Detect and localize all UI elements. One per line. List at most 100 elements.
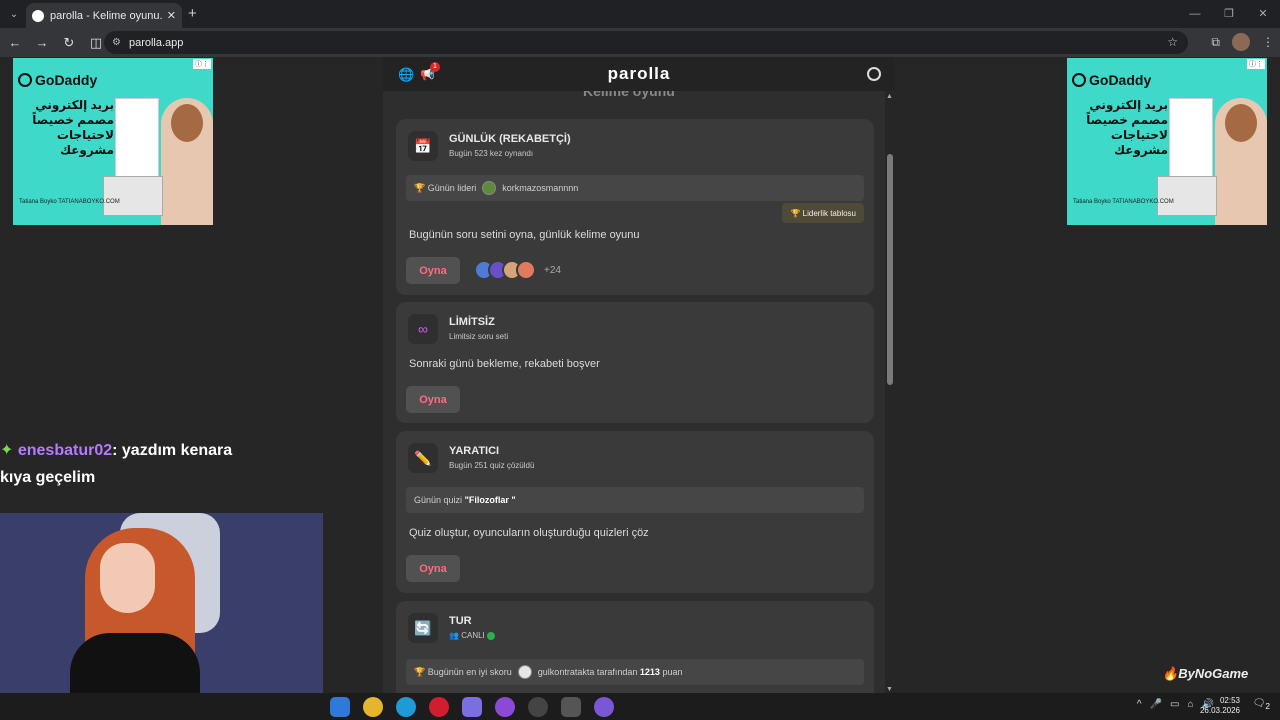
ad-banner-left[interactable]: GoDaddy بريد إلكتروني مصمم خصيصاً لاحتيا… [13, 58, 213, 225]
favicon-icon [32, 9, 44, 22]
ad-info-icon[interactable]: ⓘ⋮ [193, 59, 211, 69]
chat-username: enesbatur02 [17, 442, 113, 459]
taskbar-apps [330, 697, 614, 717]
card-subtitle: Bugün 523 kez oynandı [449, 149, 534, 158]
best-score-bar: 🏆 Bugünün en iyi skoru gulkontratakta ta… [406, 659, 864, 685]
tab-title: parolla - Kelime oyunu. Günlü [50, 9, 163, 22]
pencil-icon: ✏️ [408, 443, 438, 473]
refresh-icon: 🔄 [408, 613, 438, 643]
best-score: 1213 [639, 667, 660, 677]
card-unlimited: ∞ LİMİTSİZ Limitsiz soru seti Sonraki gü… [396, 302, 874, 423]
clock-date: 26.03.2026 [1199, 706, 1240, 715]
play-unlimited-button[interactable]: Oyna [406, 386, 460, 413]
card-daily: 📅 GÜNLÜK (REKABETÇİ) Bugün 523 kez oynan… [396, 119, 874, 295]
ad-text: بريد إلكتروني مصمم خصيصاً لاحتياجات مشرو… [32, 98, 114, 157]
globe-icon[interactable]: 🌐 [398, 67, 414, 83]
chrome-icon[interactable] [363, 697, 383, 717]
mail-icon[interactable] [330, 697, 350, 717]
close-window-icon[interactable]: ✕ [1246, 0, 1280, 28]
clock[interactable]: 02:53 26.03.2026 [1200, 696, 1240, 716]
flame-icon: 🔥 [1162, 666, 1179, 681]
site-info-icon[interactable]: ⚙ [112, 37, 121, 48]
clock-time: 02:53 [1219, 696, 1240, 705]
best-unit: puan [662, 667, 683, 677]
trophy-icon: 🏆 [414, 666, 426, 677]
extensions-icon[interactable]: ⧉ [1211, 35, 1220, 50]
chat-message-continued: kıya geçelim [0, 469, 96, 486]
forward-icon[interactable]: → [30, 35, 54, 50]
ad-person-image [1215, 98, 1267, 225]
play-creator-button[interactable]: Oyna [406, 555, 460, 582]
sparkle-icon: ✦ [0, 442, 14, 459]
more-players-count: +24 [544, 264, 561, 276]
scroll-up-icon[interactable]: ▲ [886, 93, 893, 100]
card-title: TUR [449, 615, 472, 627]
opera-icon[interactable] [429, 697, 449, 717]
minimize-icon[interactable]: — [1178, 0, 1212, 28]
restore-icon[interactable]: ❐ [1212, 0, 1246, 28]
recorder-icon[interactable] [528, 697, 548, 717]
user-icon[interactable] [867, 67, 881, 81]
ad-credit: Tatiana Boyko TATIANABOYKO.COM [19, 199, 120, 205]
godaddy-logo: GoDaddy [18, 72, 97, 88]
new-tab-icon[interactable]: + [188, 5, 197, 22]
menu-icon[interactable]: ⋮ [1262, 35, 1274, 49]
profile-avatar[interactable] [1232, 33, 1250, 51]
network-icon[interactable]: ⌂ [1188, 699, 1194, 710]
player-avatar [516, 260, 536, 280]
scrollbar-thumb[interactable] [887, 154, 893, 385]
scroll-down-icon[interactable]: ▼ [886, 686, 893, 693]
back-icon[interactable]: ← [3, 35, 27, 50]
card-description: Sonraki günü bekleme, rekabeti boşver [409, 358, 600, 370]
close-tab-icon[interactable]: ✕ [167, 9, 176, 22]
reload-icon[interactable]: ↻ [57, 35, 81, 51]
infinity-icon: ∞ [408, 314, 438, 344]
bookmark-star-icon[interactable]: ☆ [1167, 35, 1178, 49]
toolbar-right: ⧉ ⋮ [1211, 33, 1274, 51]
streamer-face [100, 543, 155, 613]
url-text: parolla.app [128, 36, 184, 49]
card-tour: 🔄 TUR 👥 CANLI 🏆 Bugünün en iyi skoru gul… [396, 601, 874, 693]
quiz-of-day-bar[interactable]: Günün quizi "Filozoflar " [406, 487, 864, 513]
card-subtitle: Limitsiz soru seti [449, 332, 509, 341]
copilot-icon[interactable] [462, 697, 482, 717]
tab-parolla[interactable]: parolla - Kelime oyunu. Günlü ✕ [26, 3, 182, 28]
app-header: 🌐 📢 1 parolla [383, 57, 895, 91]
ad-credit: Tatiana Boyko TATIANABOYKO.COM [1073, 199, 1174, 205]
card-creator: ✏️ YARATICI Bugün 251 quiz çözüldü Günün… [396, 431, 874, 593]
leaderboard-button[interactable]: 🏆 Liderlik tablosu [782, 203, 864, 223]
parolla-app: 🌐 📢 1 parolla Kelime oyunu 📅 GÜNLÜK (REK… [383, 57, 895, 693]
tray-chevron-icon[interactable]: ^ [1137, 699, 1142, 710]
notification-badge: 1 [430, 62, 440, 72]
tab-search-icon[interactable]: ⌄ [0, 0, 28, 28]
obs-icon[interactable] [495, 697, 515, 717]
scrollbar[interactable]: ▲ ▼ [885, 91, 895, 693]
brand-logo[interactable]: parolla [608, 64, 671, 84]
address-bar[interactable]: ⚙ parolla.app ☆ [104, 31, 1188, 54]
stream-chat-overlay: ✦ enesbatur02: yazdım kenara kıya geçeli… [0, 437, 232, 491]
card-subtitle: Bugün 251 quiz çözüldü [449, 461, 535, 470]
quiz-name: "Filozoflar " [464, 495, 516, 505]
display-icon[interactable]: ▭ [1170, 699, 1179, 710]
ad-laptop-image [103, 176, 163, 216]
card-title: GÜNLÜK (REKABETÇİ) [449, 133, 571, 145]
play-daily-button[interactable]: Oyna [406, 257, 460, 284]
edge-icon[interactable] [396, 697, 416, 717]
godaddy-logo: GoDaddy [1072, 72, 1151, 88]
ad-website-mockup [115, 98, 159, 178]
best-user: gulkontratakta tarafından [537, 667, 638, 677]
chat-text: : yazdım kenara [112, 442, 233, 459]
microphone-icon[interactable]: 🎤 [1150, 699, 1162, 710]
live-status: 👥 CANLI [449, 631, 495, 640]
best-label: Bugünün en iyi skoru [427, 667, 512, 677]
ad-info-icon[interactable]: ⓘ⋮ [1247, 59, 1265, 69]
player-avatars: +24 [474, 260, 561, 280]
window-controls: — ❐ ✕ [1178, 0, 1280, 28]
settings-icon[interactable] [561, 697, 581, 717]
notification-center-icon[interactable]: 🗨2 [1253, 698, 1270, 711]
ad-banner-right[interactable]: GoDaddy بريد إلكتروني مصمم خصيصاً لاحتيا… [1067, 58, 1267, 225]
card-description: Quiz oluştur, oyuncuların oluşturduğu qu… [409, 527, 649, 539]
discord-icon[interactable] [594, 697, 614, 717]
ad-text: بريد إلكتروني مصمم خصيصاً لاحتياجات مشرو… [1086, 98, 1168, 157]
webcam-overlay [0, 513, 323, 693]
